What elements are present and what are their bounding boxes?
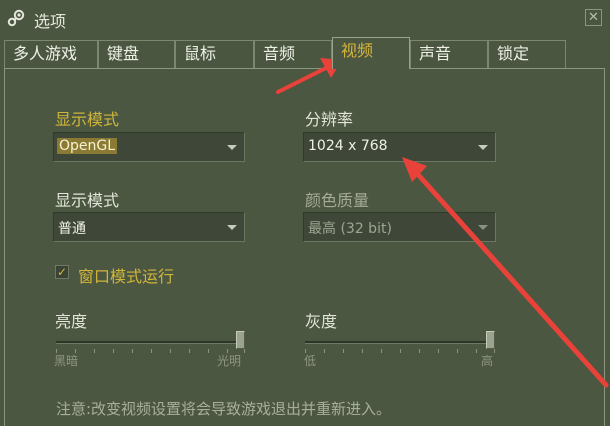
color-quality-value: 最高 (32 bit) xyxy=(308,221,392,237)
chevron-down-icon xyxy=(227,145,237,150)
chevron-down-icon xyxy=(227,225,237,230)
brightness-track xyxy=(56,341,245,344)
gamma-tick xyxy=(476,349,477,353)
gamma-tick xyxy=(419,349,420,353)
restart-note: 注意:改变视频设置将会导致游戏退出并重新进入。 xyxy=(56,400,392,418)
gamma-tick xyxy=(438,349,439,353)
windowed-mode-checkbox[interactable]: ✓ xyxy=(55,265,69,279)
brightness-tick xyxy=(244,349,245,353)
tab-mouse[interactable]: 鼠标 xyxy=(175,40,254,68)
gamma-tick xyxy=(400,349,401,353)
checkmark-icon: ✓ xyxy=(56,265,68,279)
tab-audio[interactable]: 音频 xyxy=(254,40,332,68)
brightness-tick xyxy=(151,349,152,353)
gamma-tick xyxy=(324,349,325,353)
brightness-tick xyxy=(94,349,95,353)
windowed-mode-label: 窗口模式运行 xyxy=(78,267,175,286)
gamma-track xyxy=(305,341,495,344)
brightness-max-label: 光明 xyxy=(217,354,242,368)
gamma-label: 灰度 xyxy=(305,312,338,331)
gamma-tick xyxy=(343,349,344,353)
color-quality-dropdown[interactable]: 最高 (32 bit) xyxy=(303,212,496,242)
title-bar: 选项 ✕ xyxy=(0,0,610,36)
display-mode-2-dropdown[interactable]: 普通 xyxy=(53,212,245,242)
resolution-label: 分辨率 xyxy=(305,110,354,129)
brightness-thumb[interactable] xyxy=(236,331,245,349)
resolution-dropdown[interactable]: 1024 x 768 xyxy=(303,132,496,162)
display-mode-label: 显示模式 xyxy=(55,110,120,129)
display-mode-2-value: 普通 xyxy=(58,221,86,237)
display-mode-dropdown[interactable]: OpenGL xyxy=(53,132,245,162)
color-quality-label: 颜色质量 xyxy=(305,191,370,210)
brightness-tick xyxy=(113,349,114,353)
brightness-tick xyxy=(208,349,209,353)
gamma-tick xyxy=(494,349,495,353)
chevron-down-icon xyxy=(478,145,488,150)
brightness-tick xyxy=(132,349,133,353)
brightness-min-label: 黑暗 xyxy=(54,354,79,368)
gamma-max-label: 高 xyxy=(481,354,494,368)
gamma-tick xyxy=(362,349,363,353)
tab-video[interactable]: 视频 xyxy=(332,37,410,69)
gamma-thumb[interactable] xyxy=(486,331,495,349)
display-mode-2-label: 显示模式 xyxy=(55,191,120,210)
close-icon: ✕ xyxy=(588,10,599,25)
brightness-tick xyxy=(189,349,190,353)
resolution-value: 1024 x 768 xyxy=(308,138,388,154)
gamma-tick xyxy=(381,349,382,353)
gamma-min-label: 低 xyxy=(304,354,317,368)
close-button[interactable]: ✕ xyxy=(585,9,602,26)
tab-sound[interactable]: 声音 xyxy=(410,40,488,68)
tab-bar: 多人游戏 键盘 鼠标 音频 视频 声音 锁定 xyxy=(4,37,604,69)
display-mode-value: OpenGL xyxy=(57,138,118,154)
window-title: 选项 xyxy=(34,12,67,31)
steam-icon xyxy=(7,9,25,27)
brightness-label: 亮度 xyxy=(55,312,88,331)
chevron-down-icon xyxy=(478,225,488,230)
tab-lock[interactable]: 锁定 xyxy=(488,40,566,68)
gamma-tick xyxy=(457,349,458,353)
brightness-tick xyxy=(170,349,171,353)
tab-multiplayer[interactable]: 多人游戏 xyxy=(4,40,98,68)
tab-keyboard[interactable]: 键盘 xyxy=(98,40,175,68)
